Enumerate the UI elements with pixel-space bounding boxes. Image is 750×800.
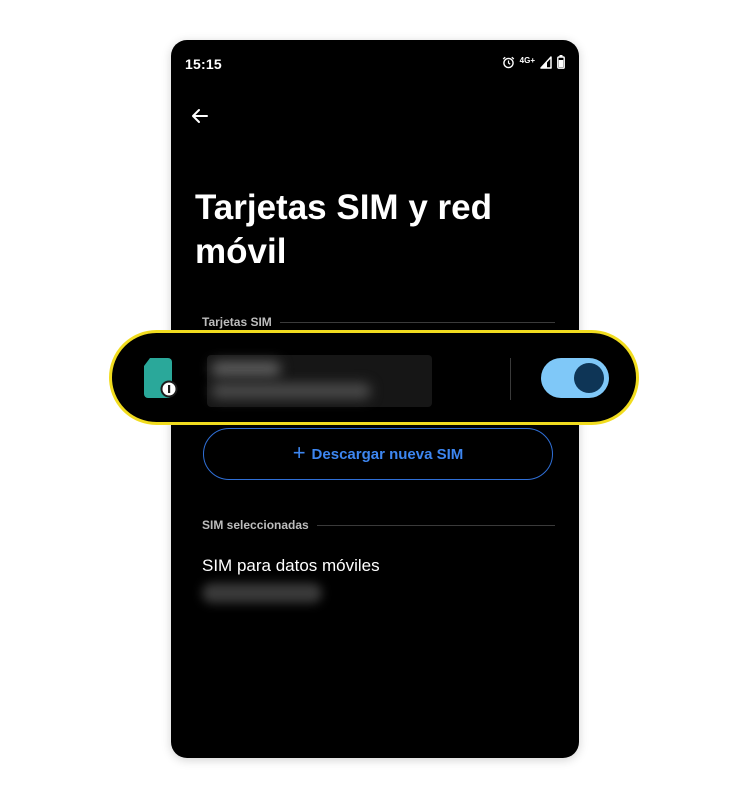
status-bar: 15:15 4G+: [171, 40, 579, 88]
arrow-left-icon: [192, 109, 208, 123]
back-button[interactable]: [186, 102, 214, 130]
status-icons: 4G+: [502, 55, 565, 74]
download-new-sim-button[interactable]: + Descargar nueva SIM: [203, 428, 553, 480]
sim-name-blurred: [207, 355, 432, 407]
section-divider: [279, 321, 555, 323]
sim-row-divider: [510, 358, 511, 400]
mobile-data-sim-title: SIM para datos móviles: [202, 556, 380, 575]
sim-section-title: Tarjetas SIM: [202, 315, 272, 329]
sim-card-icon: [142, 356, 178, 400]
selected-sims-title: SIM seleccionadas: [202, 518, 309, 532]
sim-section-header: Tarjetas SIM: [202, 315, 555, 329]
sim-enable-toggle[interactable]: [541, 358, 609, 398]
mobile-data-sim-row[interactable]: SIM para datos móviles: [202, 555, 552, 615]
section-divider: [316, 524, 555, 526]
download-new-sim-label: Descargar nueva SIM: [311, 445, 464, 463]
status-time: 15:15: [185, 56, 222, 72]
battery-icon: [557, 55, 565, 74]
alarm-icon: [502, 56, 515, 74]
selected-sims-header: SIM seleccionadas: [202, 518, 555, 532]
sim-carrier-blurred: [211, 361, 281, 377]
sim-card-row-highlight[interactable]: [109, 330, 639, 425]
plus-icon: +: [292, 440, 306, 465]
network-type-label: 4G+: [519, 56, 535, 65]
sim-number-blurred: [211, 383, 371, 399]
mobile-data-sim-value-blurred: [202, 583, 322, 603]
toggle-knob: [574, 363, 604, 393]
page-title: Tarjetas SIM y red móvil: [195, 188, 492, 271]
signal-icon: [540, 55, 552, 74]
